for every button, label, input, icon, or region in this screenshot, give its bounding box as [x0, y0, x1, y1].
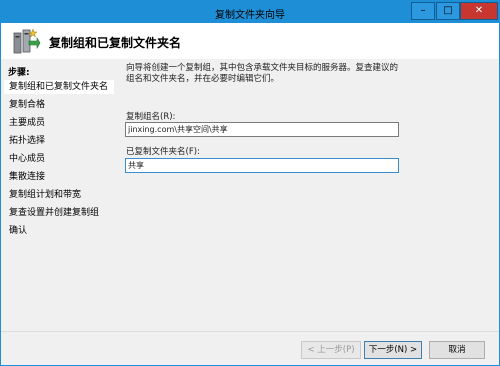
- step-item[interactable]: 确认: [4, 224, 114, 238]
- step-item[interactable]: 中心成员: [4, 152, 114, 166]
- main-content: 向导将创建一个复制组，其中包含承载文件夹目标的服务器。复查建议的组名和文件夹名，…: [119, 59, 491, 323]
- next-button[interactable]: 下一步(N) >: [364, 341, 422, 359]
- steps-heading: 步骤:: [8, 68, 30, 78]
- step-item-active[interactable]: 复制组和已复制文件夹名: [4, 80, 114, 94]
- wizard-header: 复制组和已复制文件夹名: [1, 23, 499, 59]
- step-item[interactable]: 复制组计划和带宽: [4, 188, 114, 202]
- replicate-folder-wizard-window: 复制文件夹向导 – □ ✕ 复制组和已复制文件夹名 步骤: 复制组和已复制文件夹…: [0, 0, 500, 366]
- maximize-button[interactable]: □: [436, 2, 460, 20]
- folder-name-input[interactable]: 共享: [125, 158, 399, 173]
- group-name-label: 复制组名(R):: [126, 112, 176, 122]
- minimize-button[interactable]: –: [411, 2, 435, 20]
- wizard-description: 向导将创建一个复制组，其中包含承载文件夹目标的服务器。复查建议的组名和文件夹名，…: [126, 63, 399, 84]
- page-title: 复制组和已复制文件夹名: [49, 36, 182, 50]
- title-bar: 复制文件夹向导 – □ ✕: [1, 1, 499, 23]
- step-item[interactable]: 集散连接: [4, 170, 114, 184]
- step-item[interactable]: 复查设置并创建复制组: [4, 206, 114, 220]
- back-button[interactable]: < 上一步(P): [301, 341, 361, 359]
- footer-divider: [1, 331, 499, 332]
- cancel-button[interactable]: 取消: [429, 341, 485, 359]
- group-name-input[interactable]: jinxing.com\共享空间\共享: [125, 122, 399, 137]
- step-item[interactable]: 主要成员: [4, 116, 114, 130]
- step-item[interactable]: 复制合格: [4, 98, 114, 112]
- replication-wizard-icon: [13, 28, 41, 54]
- step-item[interactable]: 拓扑选择: [4, 134, 114, 148]
- steps-panel: 步骤: 复制组和已复制文件夹名 复制合格 主要成员 拓扑选择 中心成员 集散连接…: [1, 59, 114, 365]
- folder-name-label: 已复制文件夹名(F):: [126, 147, 200, 157]
- close-button[interactable]: ✕: [460, 2, 498, 20]
